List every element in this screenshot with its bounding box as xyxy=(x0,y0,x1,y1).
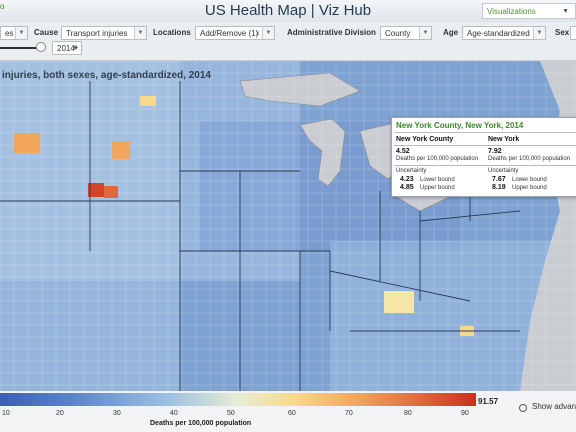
locations-select-value: Add/Remove (1) xyxy=(200,29,259,38)
tooltip-title: New York County, New York, 2014 xyxy=(396,121,524,130)
app-header: o US Health Map | Viz Hub Visualizations… xyxy=(0,0,576,23)
tooltip-right-upper: 8.19 xyxy=(492,184,506,191)
legend-tick: 90 xyxy=(461,410,469,417)
measure-select[interactable]: es ▼ xyxy=(0,26,28,40)
legend-tick: 60 xyxy=(288,410,296,417)
filter-toolbar: es ▼ Cause Transport injuries ▼ Location… xyxy=(0,22,576,61)
year-slider-handle[interactable] xyxy=(36,42,46,52)
cause-label: Cause xyxy=(34,28,59,37)
divider xyxy=(394,145,576,146)
tooltip-left-unit: Deaths per 100,000 population xyxy=(396,156,479,162)
legend-tick: 20 xyxy=(56,410,64,417)
tooltip-right-uncertainty: Uncertainty xyxy=(488,168,519,174)
sex-label: Sex xyxy=(555,28,570,37)
chevron-down-icon: ▼ xyxy=(562,8,569,15)
visualizations-label: Visualizations xyxy=(487,7,536,16)
cause-select-value: Transport injuries xyxy=(66,29,128,38)
tooltip-upper-label: Upper bound xyxy=(512,185,547,191)
tooltip-left-upper: 4.85 xyxy=(400,184,414,191)
legend-tick: 40 xyxy=(170,410,178,417)
year-select[interactable]: 2014 ◆ xyxy=(52,41,82,55)
year-select-value: 2014 xyxy=(57,44,75,53)
tooltip-right-value: 7.92 xyxy=(488,148,502,155)
settings-icon[interactable] xyxy=(519,404,527,412)
tooltip-right-unit: Deaths per 100,000 population xyxy=(488,156,571,162)
tooltip-left-value: 4.52 xyxy=(396,148,410,155)
tooltip-left-heading: New York County xyxy=(396,136,454,143)
choropleth-map[interactable]: injuries, both sexes, age-standardized, … xyxy=(0,61,576,391)
legend-unit-label: Deaths per 100,000 population xyxy=(150,420,252,427)
year-slider-track[interactable] xyxy=(0,47,40,49)
age-select-value: Age-standardized xyxy=(467,29,530,38)
age-select[interactable]: Age-standardized ▼ xyxy=(462,26,546,40)
map-title: injuries, both sexes, age-standardized, … xyxy=(2,70,211,81)
visualizations-dropdown[interactable]: Visualizations ▼ xyxy=(482,3,576,19)
close-icon[interactable]: × xyxy=(255,27,260,39)
sex-select[interactable] xyxy=(570,26,576,40)
legend-tick: 70 xyxy=(345,410,353,417)
chevron-down-icon: ▼ xyxy=(533,27,545,39)
divider xyxy=(394,165,576,166)
chevron-down-icon: ▼ xyxy=(134,27,146,39)
chevron-down-icon: ▼ xyxy=(419,27,431,39)
divider xyxy=(394,132,576,133)
admin-division-select[interactable]: County ▼ xyxy=(380,26,432,40)
chevron-down-icon: ▼ xyxy=(262,27,274,39)
tooltip-upper-label: Upper bound xyxy=(420,185,455,191)
measure-select-value: es xyxy=(5,29,14,38)
tooltip-left-uncertainty: Uncertainty xyxy=(396,168,427,174)
legend-tick: 50 xyxy=(227,410,235,417)
tooltip-left-lower: 4.23 xyxy=(400,176,414,183)
location-tooltip: New York County, New York, 2014 New York… xyxy=(391,117,576,197)
legend-tick: 30 xyxy=(113,410,121,417)
cause-select[interactable]: Transport injuries ▼ xyxy=(61,26,147,40)
tooltip-lower-label: Lower bound xyxy=(512,177,547,183)
admin-division-label: Administrative Division xyxy=(287,28,376,37)
legend-tick: 10 xyxy=(2,410,10,417)
tooltip-right-lower: 7.67 xyxy=(492,176,506,183)
legend-max-value: 91.57 xyxy=(478,397,499,406)
locations-select[interactable]: Add/Remove (1) × ▼ xyxy=(195,26,275,40)
tooltip-right-heading: New York xyxy=(488,136,520,143)
map-canvas xyxy=(0,61,576,391)
locations-label: Locations xyxy=(153,28,191,37)
stepper-icon: ◆ xyxy=(73,45,78,51)
legend-tick: 80 xyxy=(404,410,412,417)
show-advanced-link[interactable]: Show advanc xyxy=(532,402,576,411)
tooltip-lower-label: Lower bound xyxy=(420,177,455,183)
age-label: Age xyxy=(443,28,459,37)
admin-division-value: County xyxy=(385,29,411,38)
chevron-down-icon: ▼ xyxy=(15,27,27,39)
color-scale-bar xyxy=(0,393,476,406)
